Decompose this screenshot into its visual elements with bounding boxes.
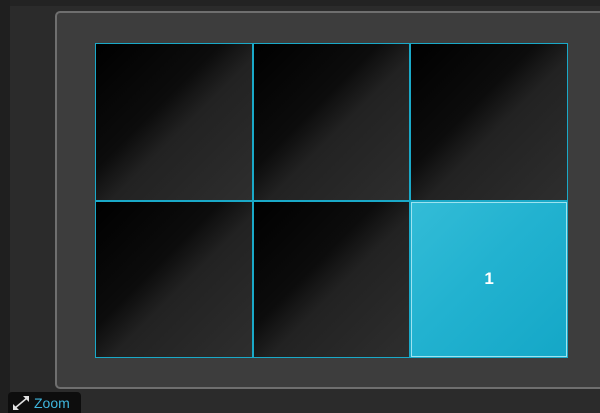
- grid-cell-2[interactable]: [253, 44, 410, 200]
- top-bar: [0, 0, 600, 6]
- expand-arrows-icon: [11, 395, 31, 411]
- left-edge: [0, 0, 10, 413]
- grid-cell-label: 1: [484, 269, 494, 289]
- grid-cell-5[interactable]: [253, 201, 410, 357]
- grid-cell-3[interactable]: [411, 44, 567, 200]
- grid-cell-1[interactable]: [96, 44, 252, 200]
- layout-grid: 1: [95, 43, 568, 358]
- zoom-button[interactable]: Zoom: [8, 392, 81, 413]
- grid-cell-6-selected[interactable]: 1: [411, 201, 567, 357]
- grid-cell-4[interactable]: [96, 201, 252, 357]
- zoom-label: Zoom: [34, 394, 70, 411]
